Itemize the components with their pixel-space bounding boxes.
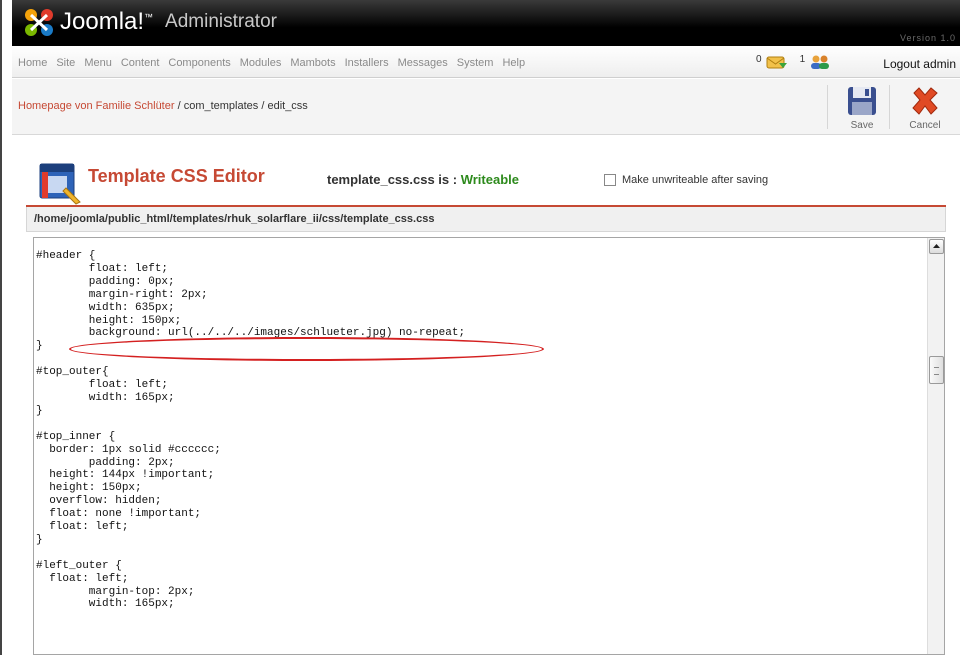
version-label: Version 1.0 bbox=[899, 33, 956, 43]
menu-item-content[interactable]: Content bbox=[121, 57, 160, 69]
cancel-label: Cancel bbox=[909, 120, 941, 131]
main-menu: Home Site Menu Content Components Module… bbox=[18, 57, 525, 69]
menu-item-menu[interactable]: Menu bbox=[84, 57, 112, 69]
css-code-content[interactable]: #header { float: left; padding: 0px; mar… bbox=[36, 250, 465, 611]
menu-item-installers[interactable]: Installers bbox=[345, 57, 389, 69]
file-status: template_css.css is : Writeable bbox=[327, 172, 519, 187]
menu-item-modules[interactable]: Modules bbox=[240, 57, 282, 69]
toolbar-divider bbox=[827, 85, 828, 129]
css-editor-textarea[interactable]: #header { float: left; padding: 0px; mar… bbox=[33, 237, 945, 655]
template-editor-icon bbox=[39, 163, 81, 205]
messages-count: 0 bbox=[756, 54, 762, 65]
status-area: 0 1 bbox=[756, 54, 831, 70]
unwriteable-checkbox[interactable] bbox=[604, 174, 616, 186]
page-title: Template CSS Editor bbox=[88, 166, 265, 186]
breadcrumb: Homepage von Familie Schlüter / com_temp… bbox=[18, 100, 308, 112]
highlight-ellipse bbox=[69, 337, 544, 361]
users-icon[interactable] bbox=[809, 54, 831, 70]
logout-link[interactable]: Logout admin bbox=[883, 57, 956, 71]
unwriteable-label: Make unwriteable after saving bbox=[622, 174, 769, 186]
file-status-prefix: template_css.css is : bbox=[327, 172, 461, 187]
vertical-scrollbar[interactable] bbox=[927, 238, 944, 654]
floppy-disk-icon bbox=[848, 87, 876, 115]
users-count: 1 bbox=[799, 54, 806, 65]
save-button[interactable]: Save bbox=[840, 83, 884, 131]
menu-item-site[interactable]: Site bbox=[56, 57, 75, 69]
joomla-logo: Joomla!™ Administrator bbox=[22, 6, 277, 38]
menu-item-components[interactable]: Components bbox=[168, 57, 230, 69]
menu-item-system[interactable]: System bbox=[457, 57, 494, 69]
cancel-x-icon bbox=[912, 87, 938, 115]
scroll-thumb[interactable] bbox=[929, 356, 944, 384]
cancel-button[interactable]: Cancel bbox=[903, 83, 947, 131]
toolbar-bar: Homepage von Familie Schlüter / com_temp… bbox=[12, 79, 960, 135]
unwriteable-option: Make unwriteable after saving bbox=[604, 174, 768, 186]
admin-header: Joomla!™ Administrator Version 1.0 bbox=[12, 0, 960, 46]
breadcrumb-path: / com_templates / edit_css bbox=[174, 100, 308, 112]
toolbar-divider bbox=[889, 85, 890, 129]
window-edge bbox=[0, 0, 2, 655]
scroll-up-button[interactable] bbox=[929, 239, 944, 254]
menu-item-messages[interactable]: Messages bbox=[398, 57, 448, 69]
save-label: Save bbox=[850, 120, 874, 131]
menu-item-mambots[interactable]: Mambots bbox=[290, 57, 335, 69]
menu-item-help[interactable]: Help bbox=[502, 57, 525, 69]
breadcrumb-home-link[interactable]: Homepage von Familie Schlüter bbox=[18, 100, 175, 112]
menu-item-home[interactable]: Home bbox=[18, 57, 47, 69]
logo-wordmark: Joomla!™ bbox=[60, 8, 154, 35]
writeable-status-badge: Writeable bbox=[460, 172, 519, 187]
main-menubar: Home Site Menu Content Components Module… bbox=[12, 46, 960, 78]
header-subtitle: Administrator bbox=[165, 11, 277, 32]
file-path-bar: /home/joomla/public_html/templates/rhuk_… bbox=[26, 207, 946, 232]
joomla-logo-icon bbox=[25, 9, 53, 36]
arrow-up-icon bbox=[933, 244, 940, 248]
mail-icon[interactable] bbox=[766, 54, 788, 70]
file-path: /home/joomla/public_html/templates/rhuk_… bbox=[34, 213, 435, 225]
